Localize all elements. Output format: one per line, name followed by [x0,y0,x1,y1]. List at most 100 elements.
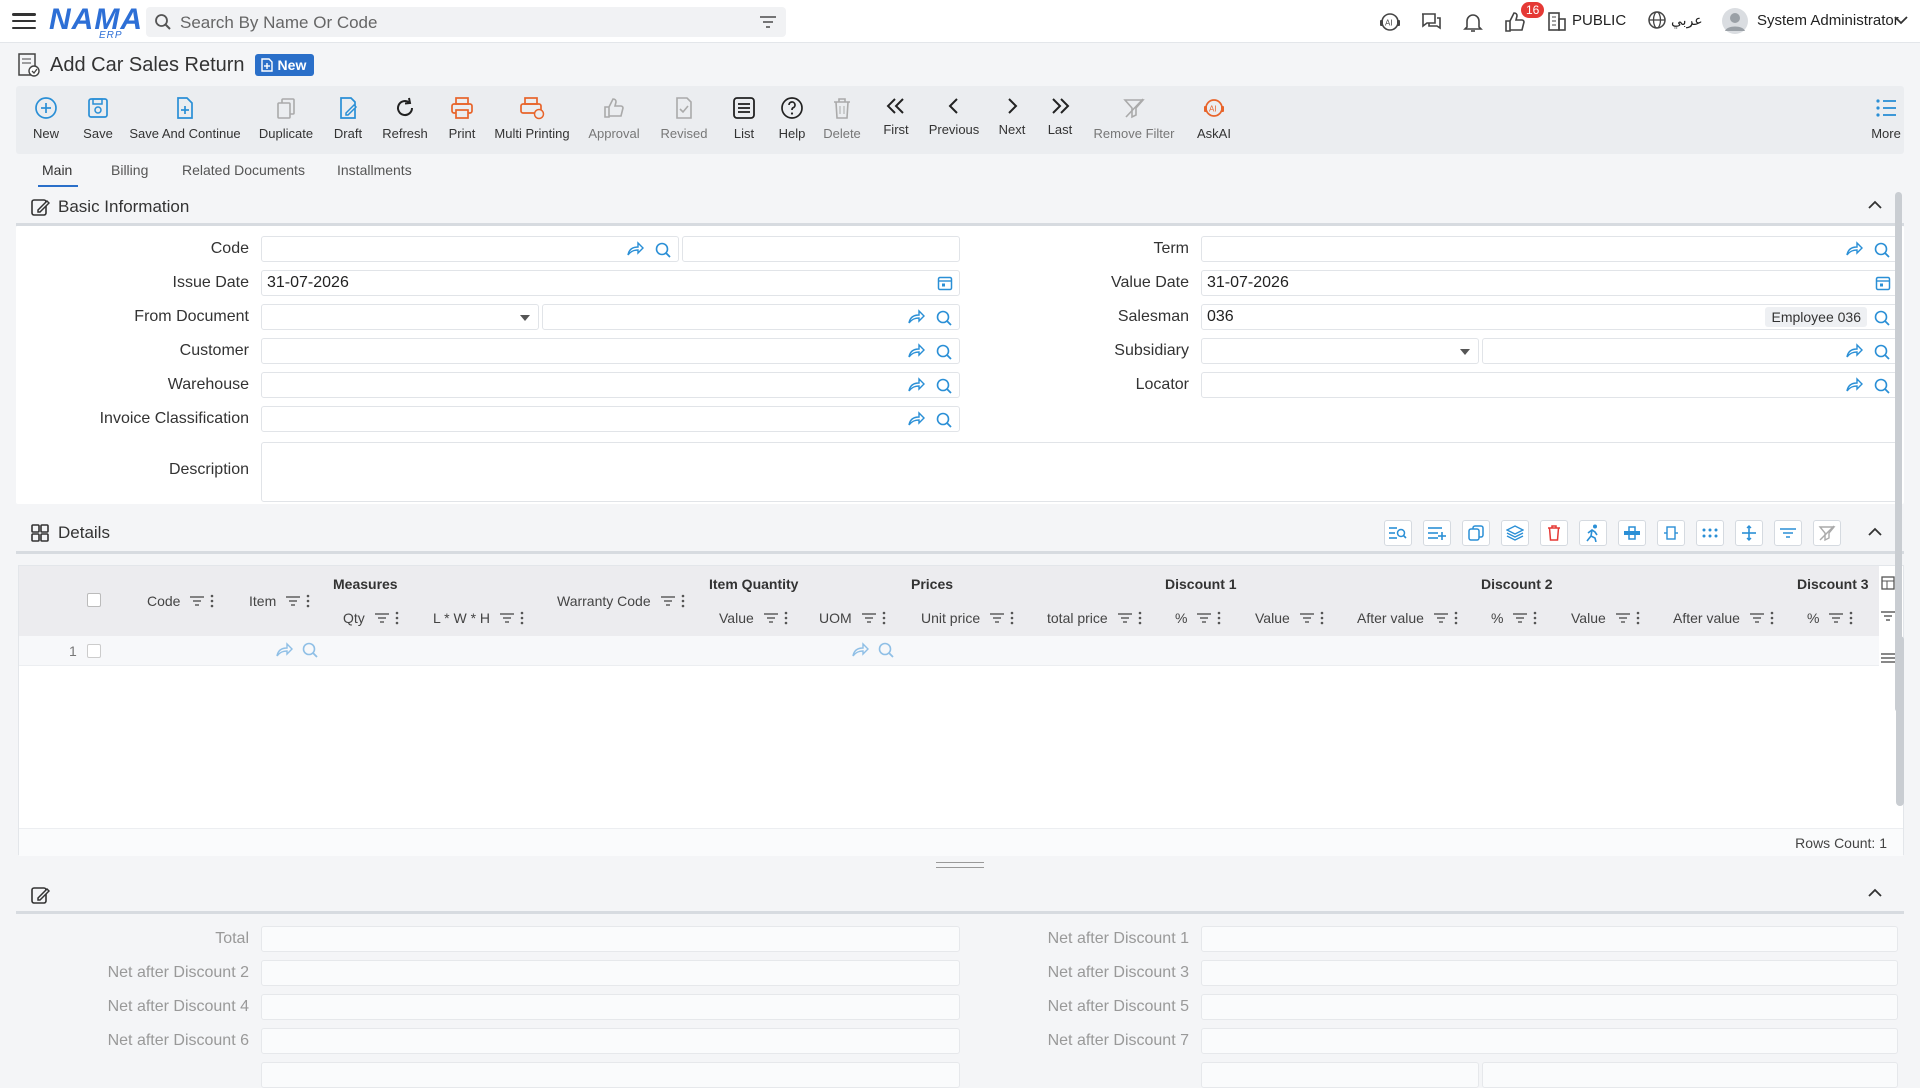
invoice-classification-field[interactable] [261,406,960,432]
col-discount1-value[interactable]: Value [1255,610,1290,626]
dots-grid-icon[interactable] [1696,520,1724,546]
col-discount3-percent[interactable]: % [1807,610,1819,626]
column-filter-icon[interactable] [500,612,514,624]
chevron-up-icon[interactable] [1868,527,1882,537]
menu-icon[interactable] [12,10,36,32]
language-toggle[interactable]: عربي [1671,12,1703,29]
column-menu-icon[interactable] [1320,611,1324,625]
warehouse-field[interactable] [261,372,960,398]
column-filter-icon[interactable] [1616,612,1630,624]
multi-printing-button[interactable]: Multi Printing [494,86,570,154]
tab-related-documents[interactable]: Related Documents [182,162,305,178]
run-icon[interactable] [1579,520,1607,546]
save-and-continue-button[interactable]: Save And Continue [129,86,241,154]
chat-icon[interactable] [1419,10,1443,34]
askai-button[interactable]: AI AskAI [1192,86,1236,154]
column-menu-icon[interactable] [210,594,214,608]
move-icon[interactable] [1735,520,1763,546]
grid-filter-icon[interactable] [1881,610,1895,622]
first-button[interactable]: First [878,86,914,154]
column-filter-icon[interactable] [1513,612,1527,624]
column-filter-icon[interactable] [1829,612,1843,624]
totals-header[interactable] [16,878,1904,914]
list-button[interactable]: List [726,86,762,154]
duplicate-button[interactable]: Duplicate [256,86,316,154]
column-filter-icon[interactable] [862,612,876,624]
column-menu-icon[interactable] [784,611,788,625]
col-lwh[interactable]: L * W * H [433,610,490,626]
copy-row-icon[interactable] [1462,520,1490,546]
column-menu-icon[interactable] [1454,611,1458,625]
fit-columns-icon[interactable] [1657,520,1685,546]
column-filter-icon[interactable] [1118,612,1132,624]
item-lookup-icon[interactable] [301,641,319,659]
ai-support-icon[interactable]: AI [1378,10,1402,34]
col-discount1-percent[interactable]: % [1175,610,1187,626]
bell-icon[interactable] [1461,10,1485,34]
help-button[interactable]: Help [774,86,810,154]
draft-button[interactable]: Draft [328,86,368,154]
col-total-price[interactable]: total price [1047,610,1108,626]
column-filter-icon[interactable] [990,612,1004,624]
column-menu-icon[interactable] [1217,611,1221,625]
delete-button[interactable]: Delete [820,86,864,154]
table-row[interactable]: 1 [19,636,1879,666]
save-button[interactable]: Save [78,86,118,154]
column-filter-icon[interactable] [1197,612,1211,624]
chevron-up-icon[interactable] [1868,888,1882,898]
col-discount2-after[interactable]: After value [1673,610,1740,626]
uom-open-link-icon[interactable] [851,642,869,658]
column-menu-icon[interactable] [882,611,886,625]
column-chooser-icon[interactable] [1881,576,1895,590]
col-warranty-code[interactable]: Warranty Code [557,593,651,609]
column-menu-icon[interactable] [1138,611,1142,625]
column-filter-icon[interactable] [1750,612,1764,624]
search-box[interactable]: Search By Name Or Code [146,7,786,37]
row-checkbox[interactable] [87,644,101,658]
public-label[interactable]: PUBLIC [1572,12,1626,29]
new-button[interactable]: New [28,86,64,154]
search-filter-icon[interactable] [760,15,776,29]
globe-icon[interactable] [1647,10,1667,30]
tab-billing[interactable]: Billing [111,162,148,178]
last-button[interactable]: Last [1042,86,1078,154]
column-filter-icon[interactable] [190,595,204,607]
user-name[interactable]: System Administrator [1757,12,1899,29]
customer-field[interactable] [261,338,960,364]
value-date-field[interactable]: 31-07-2026 [1201,270,1898,296]
code-field[interactable] [261,236,679,262]
col-value[interactable]: Value [719,610,754,626]
col-discount1-after[interactable]: After value [1357,610,1424,626]
chevron-up-icon[interactable] [1868,200,1882,210]
subsidiary-field[interactable] [1482,338,1898,364]
previous-button[interactable]: Previous [926,86,982,154]
delete-row-icon[interactable] [1540,520,1568,546]
from-document-type-select[interactable] [261,304,539,330]
column-menu-icon[interactable] [1533,611,1537,625]
resize-handle[interactable] [936,862,984,868]
column-menu-icon[interactable] [395,611,399,625]
uom-lookup-icon[interactable] [877,641,895,659]
col-discount2-percent[interactable]: % [1491,610,1503,626]
code-name-field[interactable] [682,236,960,262]
grid-menu-icon[interactable] [1881,652,1895,664]
tab-main[interactable]: Main [42,162,72,178]
table-settings-icon[interactable] [1618,520,1646,546]
column-filter-icon[interactable] [661,595,675,607]
col-uom[interactable]: UOM [819,610,852,626]
revised-button[interactable]: Revised [658,86,710,154]
filter-icon[interactable] [1774,520,1802,546]
add-row-icon[interactable] [1423,520,1451,546]
col-item[interactable]: Item [249,593,276,609]
column-menu-icon[interactable] [1849,611,1853,625]
layers-icon[interactable] [1501,520,1529,546]
user-avatar[interactable] [1722,8,1748,34]
column-menu-icon[interactable] [520,611,524,625]
col-qty[interactable]: Qty [343,610,365,626]
app-logo[interactable]: NAMA ERP [49,3,143,41]
column-menu-icon[interactable] [1636,611,1640,625]
issue-date-field[interactable]: 31-07-2026 [261,270,960,296]
basic-information-header[interactable]: Basic Information [16,190,1904,226]
col-unit-price[interactable]: Unit price [921,610,980,626]
search-input[interactable]: Search By Name Or Code [180,13,377,33]
